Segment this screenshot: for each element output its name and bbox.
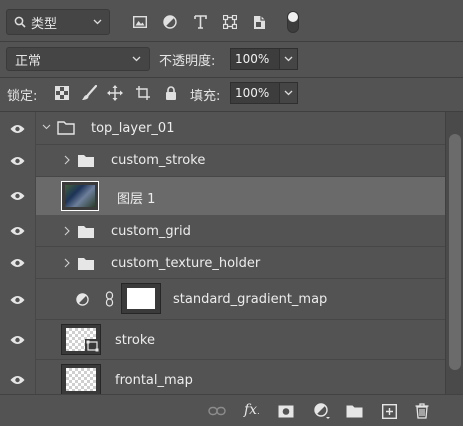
transparent-checker — [66, 368, 96, 391]
chevron-right-icon[interactable] — [64, 226, 70, 236]
adjustment-icon[interactable] — [312, 403, 332, 419]
layer-name: top_layer_01 — [91, 121, 175, 136]
layer-name: custom_texture_holder — [111, 256, 261, 271]
search-icon — [14, 16, 26, 28]
chevron-down-icon — [284, 90, 293, 96]
lock-artboard-icon[interactable] — [134, 84, 152, 102]
layer-thumbnail[interactable] — [61, 364, 101, 394]
visibility-eye-icon[interactable] — [0, 360, 36, 394]
lock-label: 锁定: — [7, 89, 38, 104]
visibility-eye-icon[interactable] — [0, 247, 36, 279]
layer-row-frontal-map[interactable]: frontal_map — [0, 360, 445, 394]
layer-name: frontal_map — [115, 373, 193, 388]
opacity-control: 100% — [230, 48, 298, 70]
filter-pixel-layers-icon[interactable] — [131, 13, 149, 31]
opacity-input[interactable]: 100% — [230, 48, 280, 70]
new-layer-icon[interactable] — [380, 403, 398, 419]
filter-adjustment-layers-icon[interactable] — [161, 13, 179, 31]
fill-value: 100% — [235, 86, 270, 100]
layer-row-top-layer-01[interactable]: top_layer_01 — [0, 112, 445, 145]
layer-name: standard_gradient_map — [173, 292, 328, 307]
folder-icon — [77, 154, 95, 168]
mask-fill — [127, 288, 155, 309]
layer-row-custom-texture-holder[interactable]: custom_texture_holder — [0, 247, 445, 279]
trash-icon[interactable] — [413, 402, 431, 420]
fx-dot: . — [257, 407, 260, 416]
link-icon[interactable] — [207, 403, 227, 419]
lock-position-icon[interactable] — [106, 84, 124, 102]
layers-list: top_layer_01 custom_stroke 图层 1 custom_g… — [0, 112, 445, 394]
layer-row-standard-gradient-map[interactable]: standard_gradient_map — [0, 279, 445, 320]
visibility-eye-icon[interactable] — [0, 320, 36, 360]
mask-icon[interactable] — [277, 404, 295, 418]
layer-name: stroke — [115, 333, 155, 348]
visibility-eye-icon[interactable] — [0, 112, 36, 145]
filter-shape-layers-icon[interactable] — [221, 13, 239, 31]
fill-label: 填充: — [190, 89, 221, 104]
layer-row-custom-grid[interactable]: custom_grid — [0, 215, 445, 247]
filter-kind-label: 类型 — [31, 16, 58, 32]
layers-bottom-toolbar: fx. — [0, 394, 463, 426]
layer-mask-thumbnail[interactable] — [121, 283, 161, 314]
lock-image-pixels-icon[interactable] — [80, 84, 98, 102]
adjustment-layer-icon — [76, 293, 89, 306]
fx-icon[interactable]: fx. — [244, 402, 260, 418]
filter-type-layers-icon[interactable] — [191, 13, 209, 31]
filter-smart-objects-icon[interactable] — [251, 13, 269, 31]
chevron-right-icon[interactable] — [64, 258, 70, 268]
opacity-slider-button[interactable] — [280, 48, 298, 70]
opacity-value: 100% — [235, 52, 270, 66]
folder-icon — [57, 121, 75, 135]
divider — [0, 41, 463, 42]
chevron-down-icon — [132, 56, 141, 62]
lock-all-icon[interactable] — [163, 84, 179, 102]
chain-link-icon[interactable] — [105, 291, 114, 307]
scrollbar-thumb[interactable] — [449, 134, 461, 370]
opacity-label: 不透明度: — [159, 54, 216, 69]
layer-row-stroke[interactable]: stroke — [0, 320, 445, 360]
layers-scrollbar[interactable] — [445, 112, 463, 394]
layer-row-layer-1[interactable]: 图层 1 — [0, 177, 445, 215]
fill-control: 100% — [230, 82, 298, 104]
fill-slider-button[interactable] — [280, 82, 298, 104]
folder-icon — [77, 257, 95, 271]
layer-name: custom_stroke — [111, 153, 206, 168]
visibility-eye-icon[interactable] — [0, 145, 36, 177]
chevron-down-icon[interactable] — [42, 124, 51, 130]
layer-thumbnail[interactable] — [61, 181, 99, 211]
visibility-eye-icon[interactable] — [0, 177, 36, 215]
folder-icon[interactable] — [345, 404, 363, 418]
chevron-down-icon — [284, 56, 293, 62]
visibility-eye-icon[interactable] — [0, 279, 36, 320]
visibility-eye-icon[interactable] — [0, 215, 36, 247]
smart-object-badge-icon — [85, 339, 100, 353]
toggle-knob — [288, 12, 298, 22]
filter-toggle-switch[interactable] — [287, 11, 299, 33]
filter-kind-dropdown[interactable]: 类型 — [6, 9, 110, 35]
chevron-down-icon — [93, 19, 102, 25]
lock-transparent-pixels-icon[interactable] — [54, 85, 70, 101]
blend-mode-dropdown[interactable]: 正常 — [6, 47, 150, 71]
fill-input[interactable]: 100% — [230, 82, 280, 104]
layer-name: 图层 1 — [117, 192, 156, 207]
layer-name: custom_grid — [111, 224, 191, 239]
chevron-right-icon[interactable] — [64, 155, 70, 165]
layer-row-custom-stroke[interactable]: custom_stroke — [0, 145, 445, 177]
blend-mode-value: 正常 — [15, 53, 42, 69]
folder-icon — [77, 225, 95, 239]
thumbnail-image — [65, 185, 95, 207]
divider — [0, 77, 463, 78]
